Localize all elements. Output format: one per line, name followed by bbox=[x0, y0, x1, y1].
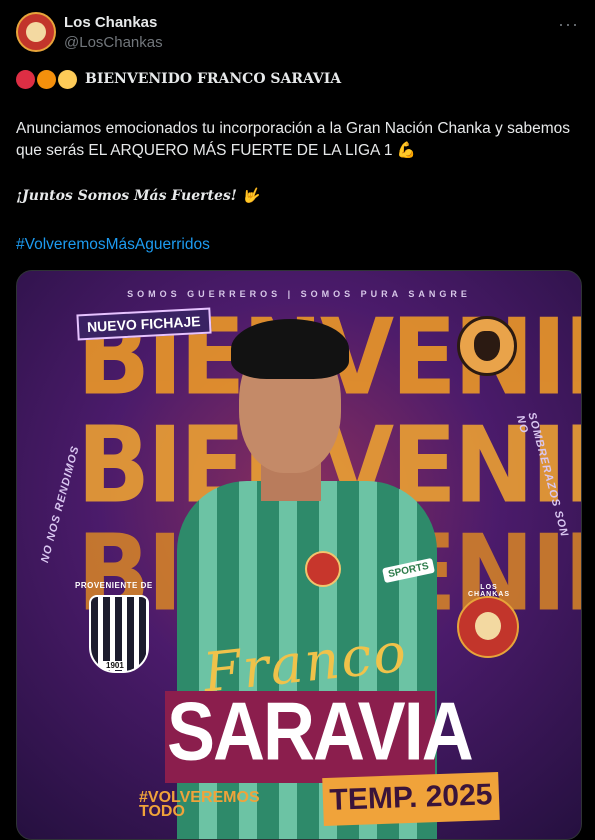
orange-circle-icon bbox=[37, 69, 56, 89]
alianza-year: 1901 bbox=[103, 661, 127, 670]
hashtag-link[interactable]: #VolveremosMásAguerridos bbox=[16, 236, 210, 254]
yellow-circle-icon bbox=[58, 69, 77, 89]
post-title-line: BIENVENIDO FRANCO SARAVIA bbox=[16, 68, 341, 90]
jersey-crest bbox=[305, 551, 341, 587]
author-name[interactable]: Los Chankas bbox=[64, 14, 157, 31]
player-hair bbox=[231, 319, 349, 379]
author-handle[interactable]: @LosChankas bbox=[64, 34, 163, 51]
post-image[interactable]: SOMOS GUERREROS | SOMOS PURA SANGRE BIEN… bbox=[16, 270, 582, 840]
post-body: Anunciamos emocionados tu incorporación … bbox=[16, 120, 570, 159]
volveremos-line-2: TODO bbox=[139, 803, 185, 820]
los-chankas-logo bbox=[457, 596, 519, 658]
player-surname: SARAVIA bbox=[167, 686, 474, 778]
post-slogan: ¡Juntos Somos Más Fuertes! 🤟 bbox=[16, 188, 260, 204]
post-header: Los Chankas @LosChankas ··· bbox=[16, 12, 579, 56]
proveniente-label: PROVENIENTE DE bbox=[75, 581, 153, 590]
post-title: BIENVENIDO FRANCO SARAVIA bbox=[85, 71, 342, 87]
chanka-warrior-logo bbox=[457, 316, 517, 376]
volveremos-logo: #VOLVEREMOS TODO bbox=[139, 790, 260, 820]
red-circle-icon bbox=[16, 69, 35, 89]
season-label: TEMP. 2025 bbox=[329, 778, 493, 817]
avatar[interactable] bbox=[16, 12, 56, 52]
more-options-icon[interactable]: ··· bbox=[558, 14, 579, 35]
